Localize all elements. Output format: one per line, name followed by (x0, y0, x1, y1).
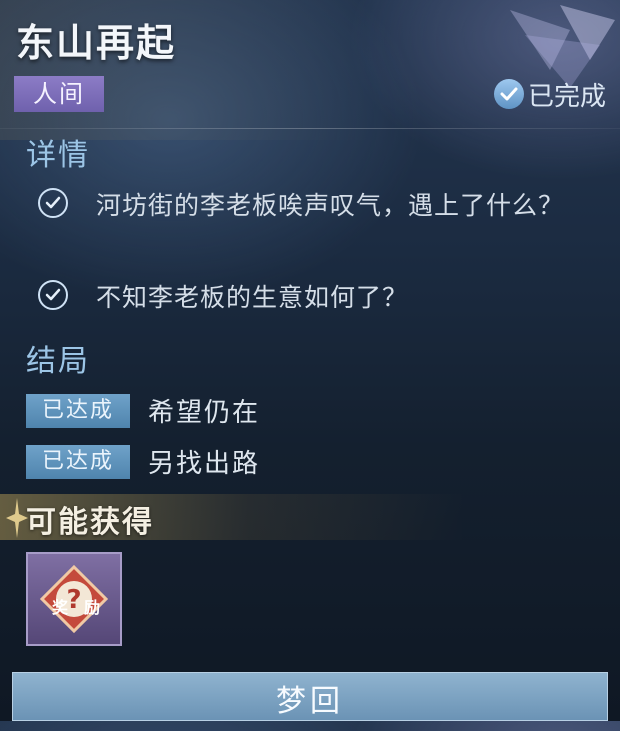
dream-return-button[interactable]: 梦回 (12, 672, 608, 721)
achieved-badge: 已达成 (26, 444, 130, 479)
check-icon (493, 79, 524, 109)
svg-text:奖: 奖 (52, 598, 69, 617)
ending-text: 希望仍在 (148, 398, 261, 428)
header-divider (0, 128, 620, 129)
detail-item: 河坊街的李老板唉声叹气，遇上了什么？ (38, 184, 606, 228)
status-label: 已完成 (527, 81, 606, 112)
quest-title: 东山再起 (16, 20, 177, 65)
circle-check-icon (38, 280, 68, 310)
endings-title: 结局 (26, 344, 90, 379)
rewards-title: 可能获得 (26, 505, 154, 540)
category-tag: 人间 (14, 76, 104, 112)
detail-item: 不知李老板的生意如何了？ (38, 276, 606, 320)
ending-item: 已达成 希望仍在 (26, 392, 260, 429)
completion-status: 已完成 (493, 76, 606, 112)
circle-check-icon (38, 188, 68, 218)
sparkle-icon (6, 498, 28, 538)
ending-item: 已达成 另找出路 (26, 443, 260, 480)
details-title: 详情 (26, 138, 90, 173)
detail-text: 河坊街的李老板唉声叹气，遇上了什么？ (96, 191, 565, 220)
detail-text: 不知李老板的生意如何了？ (96, 283, 409, 312)
svg-text:?: ? (66, 585, 81, 615)
reward-item[interactable]: ? 奖 励 (26, 552, 122, 646)
ending-text: 另找出路 (148, 449, 261, 479)
svg-text:励: 励 (84, 598, 100, 617)
achieved-badge: 已达成 (26, 393, 130, 428)
question-mark-icon: ? 奖 励 (39, 564, 109, 634)
